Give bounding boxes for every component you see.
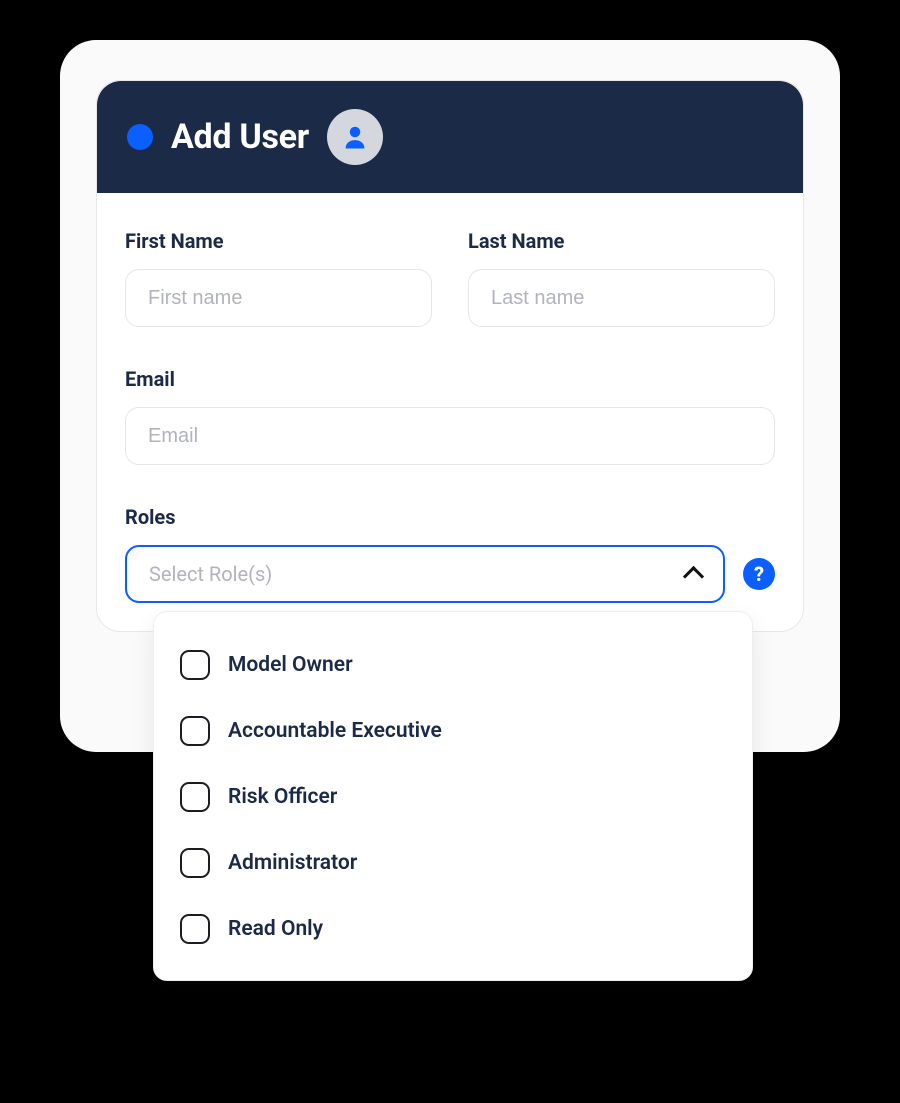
panel-title: Add User (171, 117, 309, 157)
roles-select[interactable]: Select Role(s) (125, 545, 725, 603)
name-row: First Name Last Name (125, 229, 775, 327)
roles-option-label: Read Only (228, 917, 323, 941)
last-name-label: Last Name (468, 229, 775, 253)
roles-option-model-owner[interactable]: Model Owner (154, 632, 752, 698)
roles-option-risk-officer[interactable]: Risk Officer (154, 764, 752, 830)
roles-field-group: Roles Select Role(s) ? Model Owner (125, 505, 775, 603)
roles-dropdown: Model Owner Accountable Executive Risk O… (153, 611, 753, 981)
chevron-up-icon (683, 567, 703, 581)
panel-body: First Name Last Name Email Roles Select … (97, 193, 803, 631)
email-label: Email (125, 367, 775, 391)
roles-option-administrator[interactable]: Administrator (154, 830, 752, 896)
first-name-input[interactable] (125, 269, 432, 327)
last-name-field-group: Last Name (468, 229, 775, 327)
roles-option-label: Risk Officer (228, 785, 337, 809)
user-silhouette-icon (340, 122, 370, 152)
checkbox-icon[interactable] (180, 914, 210, 944)
add-user-panel: Add User First Name Last Name (96, 80, 804, 632)
checkbox-icon[interactable] (180, 650, 210, 680)
roles-option-label: Administrator (228, 851, 357, 875)
checkbox-icon[interactable] (180, 782, 210, 812)
last-name-input[interactable] (468, 269, 775, 327)
email-field-group: Email (125, 367, 775, 465)
checkbox-icon[interactable] (180, 848, 210, 878)
modal-card: Add User First Name Last Name (60, 40, 840, 752)
roles-option-accountable-executive[interactable]: Accountable Executive (154, 698, 752, 764)
checkbox-icon[interactable] (180, 716, 210, 746)
status-dot-icon (127, 124, 153, 150)
roles-option-read-only[interactable]: Read Only (154, 896, 752, 962)
first-name-field-group: First Name (125, 229, 432, 327)
first-name-label: First Name (125, 229, 432, 253)
roles-select-placeholder: Select Role(s) (149, 562, 272, 586)
roles-option-label: Model Owner (228, 653, 353, 677)
roles-help-icon[interactable]: ? (743, 558, 775, 590)
roles-option-label: Accountable Executive (228, 719, 442, 743)
roles-row: Select Role(s) ? (125, 545, 775, 603)
user-avatar (327, 109, 383, 165)
email-input[interactable] (125, 407, 775, 465)
roles-label: Roles (125, 505, 775, 529)
panel-header: Add User (97, 81, 803, 193)
